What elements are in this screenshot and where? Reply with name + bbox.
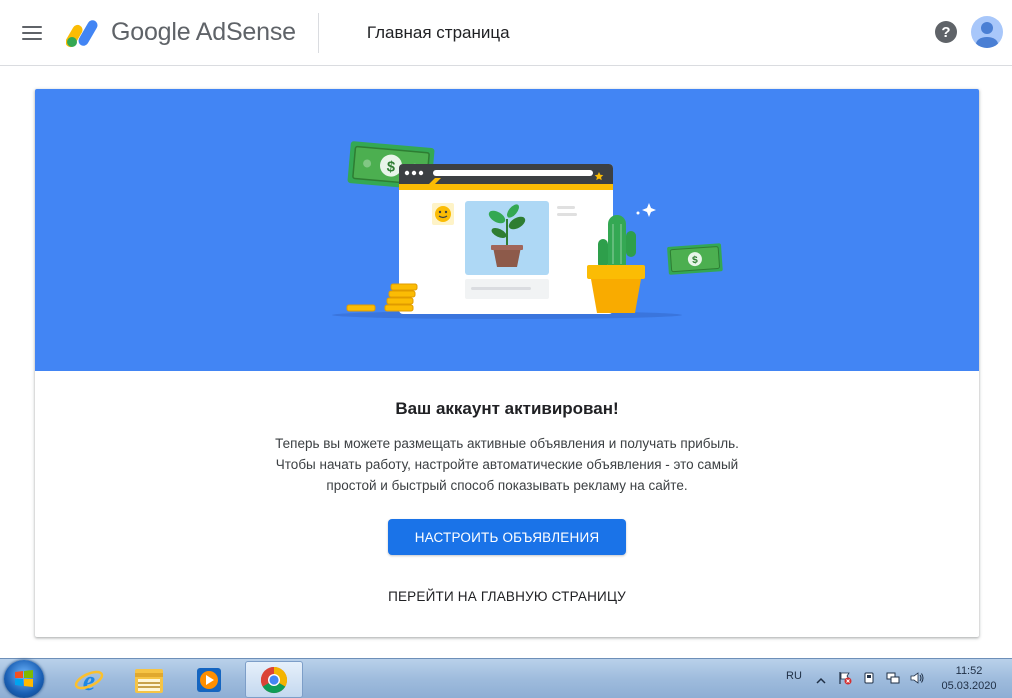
description-line: Теперь вы можете размещать активные объя… — [275, 436, 739, 451]
main-menu-icon[interactable] — [22, 21, 46, 45]
activation-description: Теперь вы можете размещать активные объя… — [35, 433, 979, 496]
show-hidden-icons-icon[interactable] — [816, 674, 826, 688]
sparkle-icon — [636, 203, 656, 217]
activation-title: Ваш аккаунт активирован! — [395, 399, 619, 418]
account-avatar[interactable] — [971, 16, 1003, 48]
windows-taskbar: e RU 11:52 05.03.2020 — [0, 658, 1012, 698]
system-clock[interactable]: 11:52 05.03.2020 — [940, 664, 998, 694]
chrome-icon — [260, 666, 288, 693]
file-explorer-icon — [135, 668, 163, 693]
media-player-icon — [197, 667, 221, 692]
description-line: Чтобы начать работу, настройте автоматич… — [275, 457, 739, 472]
start-button[interactable] — [4, 660, 44, 698]
coin-stack-icon — [346, 283, 418, 312]
description-line: простой и быстрый способ показывать рекл… — [326, 478, 688, 493]
help-icon[interactable]: ? — [935, 21, 957, 43]
adsense-logo-icon — [66, 19, 98, 47]
taskbar-chrome[interactable] — [245, 661, 303, 698]
hero-banner: $ $ — [35, 89, 979, 371]
keyboard-language[interactable]: RU — [786, 670, 802, 682]
go-to-home-button[interactable]: ПЕРЕЙТИ НА ГЛАВНУЮ СТРАНИЦУ — [357, 583, 657, 609]
hero-illustration: $ $ — [332, 141, 723, 319]
taskbar-media-player[interactable] — [180, 661, 238, 698]
internet-explorer-icon: e — [74, 666, 104, 695]
user-silhouette-icon — [976, 22, 998, 48]
adsense-logo[interactable]: Google AdSense — [66, 18, 296, 48]
taskbar-file-explorer[interactable] — [120, 661, 178, 698]
browser-window-illustration — [399, 164, 613, 314]
appbar-divider — [317, 12, 319, 53]
windows-logo-icon — [15, 670, 33, 687]
svg-text:e: e — [83, 666, 95, 695]
setup-ads-button[interactable]: НАСТРОИТЬ ОБЪЯВЛЕНИЯ — [388, 519, 626, 555]
clock-time: 11:52 — [955, 665, 983, 677]
top-app-bar: Google AdSense Главная страница ? — [0, 0, 1012, 66]
clock-date: 05.03.2020 — [941, 680, 997, 692]
money-bill-right-icon: $ — [667, 243, 723, 275]
action-center-flag-icon[interactable] — [838, 671, 852, 685]
page-title: Главная страница — [366, 22, 510, 42]
activation-card: $ $ Ваш аккаунт активирован! Теперь вы м… — [35, 89, 979, 637]
usb-device-icon[interactable] — [862, 671, 876, 685]
volume-icon[interactable] — [910, 671, 924, 685]
network-icon[interactable] — [886, 671, 900, 685]
taskbar-internet-explorer[interactable]: e — [60, 661, 118, 698]
brand-name: Google AdSense — [111, 18, 296, 46]
